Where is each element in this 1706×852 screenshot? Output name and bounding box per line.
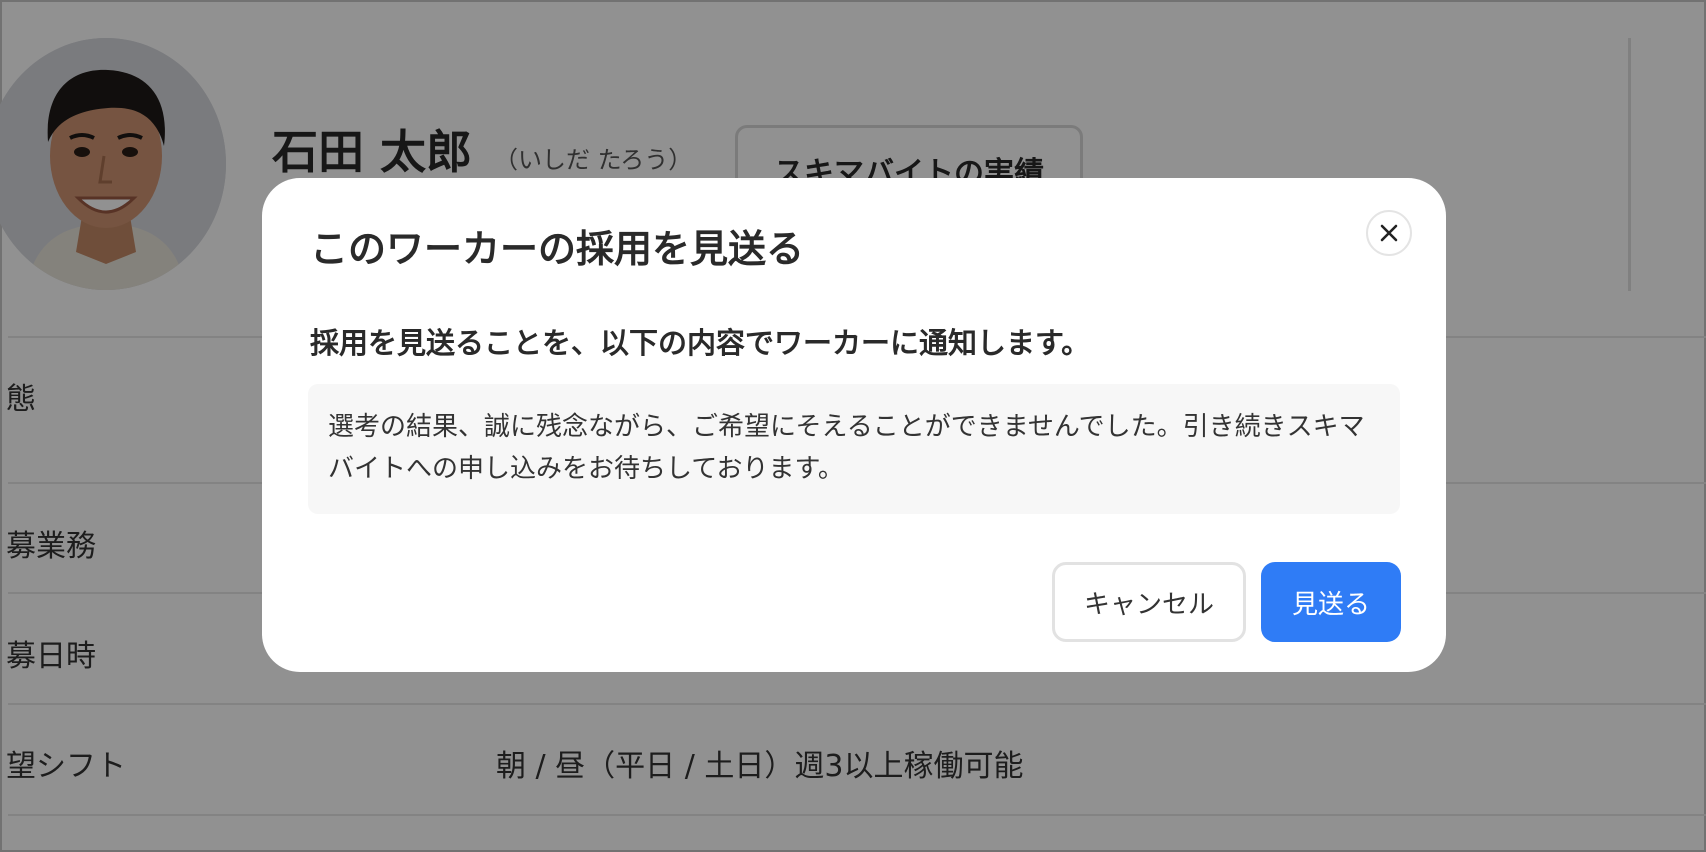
dialog-subtitle: 採用を見送ることを、以下の内容でワーカーに通知します。: [310, 326, 1091, 360]
dialog-title: このワーカーの採用を見送る: [310, 227, 805, 271]
close-icon: [1380, 224, 1398, 242]
decline-button[interactable]: 見送る: [1261, 562, 1401, 642]
cancel-button[interactable]: キャンセル: [1052, 562, 1246, 642]
close-button[interactable]: [1366, 210, 1412, 256]
reject-worker-dialog: このワーカーの採用を見送る 採用を見送ることを、以下の内容でワーカーに通知します…: [262, 178, 1446, 672]
notification-message: 選考の結果、誠に残念ながら、ご希望にそえることができませんでした。引き続きスキマ…: [308, 384, 1400, 514]
